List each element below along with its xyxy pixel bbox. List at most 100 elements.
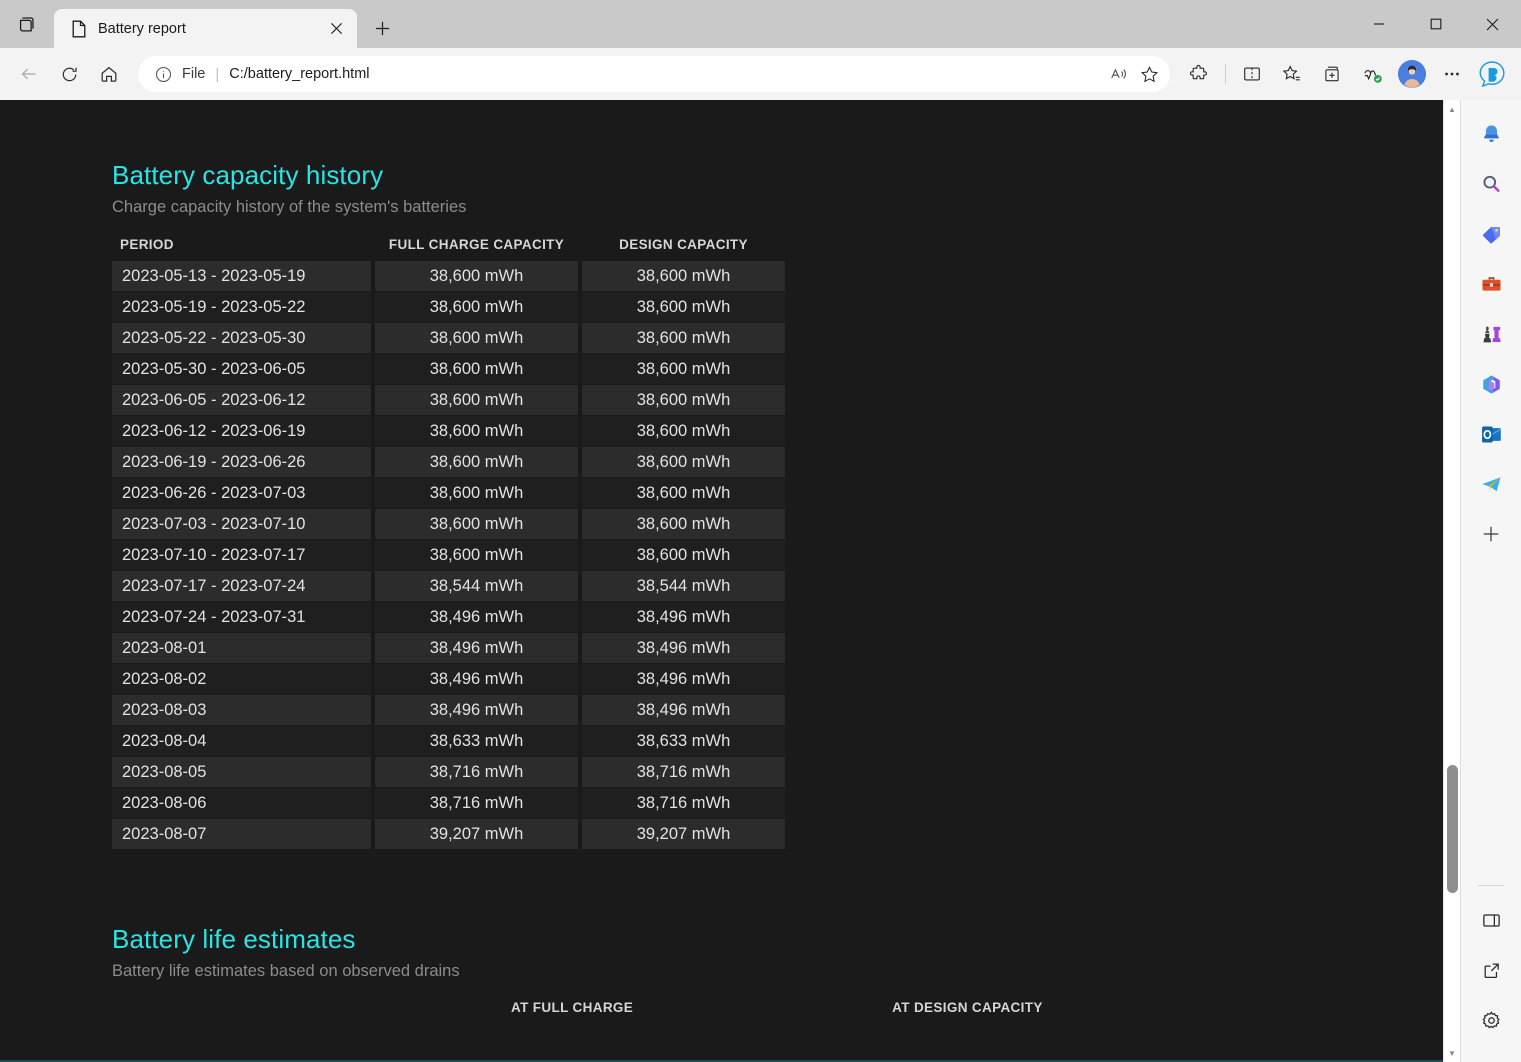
life-estimates-header-row: AT FULL CHARGE AT DESIGN CAPACITY [112,1000,1443,1015]
cell-period: 2023-08-02 [112,664,371,694]
close-tab-icon[interactable] [323,16,349,42]
cell-design-capacity: 38,496 mWh [582,664,785,694]
table-header-row: PERIOD FULL CHARGE CAPACITY DESIGN CAPAC… [112,237,785,260]
cell-period: 2023-07-17 - 2023-07-24 [112,571,371,601]
tools-briefcase-icon[interactable] [1471,264,1511,304]
title-bar: Battery report [0,0,1521,48]
url-separator: | [215,66,219,83]
cell-full-charge-capacity: 38,496 mWh [375,664,578,694]
back-button[interactable] [10,55,48,93]
sidebar-bottom-group [1461,877,1521,1050]
address-bar[interactable]: File | C:/battery_report.html [138,56,1170,92]
cell-period: 2023-06-05 - 2023-06-12 [112,385,371,415]
cell-period: 2023-07-10 - 2023-07-17 [112,540,371,570]
add-sidebar-icon[interactable] [1471,514,1511,554]
close-button[interactable] [1464,0,1521,48]
table-row: 2023-05-22 - 2023-05-3038,600 mWh38,600 … [112,323,785,353]
collections-icon[interactable] [1313,55,1351,93]
table-row: 2023-07-03 - 2023-07-1038,600 mWh38,600 … [112,509,785,539]
browser-tab[interactable]: Battery report [54,9,357,48]
cell-period: 2023-05-22 - 2023-05-30 [112,323,371,353]
cell-period: 2023-07-24 - 2023-07-31 [112,602,371,632]
document-icon [70,20,88,38]
cell-full-charge-capacity: 38,600 mWh [375,323,578,353]
sidebar-divider [1478,885,1504,886]
outlook-icon[interactable] [1471,414,1511,454]
cell-design-capacity: 38,544 mWh [582,571,785,601]
table-row: 2023-05-13 - 2023-05-1938,600 mWh38,600 … [112,261,785,291]
scroll-up-arrow[interactable]: ▲ [1444,100,1460,118]
info-icon [152,63,174,85]
cell-design-capacity: 38,496 mWh [582,695,785,725]
copilot-icon[interactable] [1473,55,1511,93]
url-scheme-label: File [182,66,205,82]
table-row: 2023-05-30 - 2023-06-0538,600 mWh38,600 … [112,354,785,384]
cell-period: 2023-08-04 [112,726,371,756]
cell-design-capacity: 38,600 mWh [582,509,785,539]
microsoft365-icon[interactable] [1471,364,1511,404]
avatar [1398,60,1426,88]
cell-full-charge-capacity: 38,600 mWh [375,292,578,322]
extensions-icon[interactable] [1180,55,1218,93]
battery-report-page: Battery capacity history Charge capacity… [0,100,1443,1062]
split-screen-icon[interactable] [1233,55,1271,93]
cell-period: 2023-06-12 - 2023-06-19 [112,416,371,446]
column-header-full-charge-capacity: FULL CHARGE CAPACITY [375,237,578,260]
toggle-pane-icon[interactable] [1471,900,1511,940]
notifications-icon[interactable] [1471,114,1511,154]
settings-more-icon[interactable] [1433,55,1471,93]
page-title-life-estimates: Battery life estimates [112,924,1443,955]
read-aloud-icon[interactable] [1104,59,1134,89]
cell-period: 2023-08-01 [112,633,371,663]
settings-gear-icon[interactable] [1471,1000,1511,1040]
life-estimates-subtitle: Battery life estimates based on observed… [112,962,1443,981]
window-controls [1350,0,1521,48]
cell-full-charge-capacity: 38,600 mWh [375,354,578,384]
battery-capacity-table: PERIOD FULL CHARGE CAPACITY DESIGN CAPAC… [108,236,789,850]
tab-list-icon[interactable] [0,0,54,48]
cell-design-capacity: 38,600 mWh [582,261,785,291]
minimize-button[interactable] [1350,0,1407,48]
cell-period: 2023-07-03 - 2023-07-10 [112,509,371,539]
open-in-new-icon[interactable] [1471,950,1511,990]
new-tab-button[interactable] [363,9,401,47]
cell-design-capacity: 38,600 mWh [582,323,785,353]
cell-full-charge-capacity: 38,600 mWh [375,416,578,446]
table-row: 2023-08-0238,496 mWh38,496 mWh [112,664,785,694]
home-button[interactable] [90,55,128,93]
cell-full-charge-capacity: 38,496 mWh [375,602,578,632]
page-title-capacity: Battery capacity history [112,160,1443,191]
table-row: 2023-07-24 - 2023-07-3138,496 mWh38,496 … [112,602,785,632]
cell-period: 2023-05-13 - 2023-05-19 [112,261,371,291]
telegram-icon[interactable] [1471,464,1511,504]
search-icon[interactable] [1471,164,1511,204]
cell-full-charge-capacity: 38,600 mWh [375,540,578,570]
table-row: 2023-08-0638,716 mWh38,716 mWh [112,788,785,818]
column-header-period: PERIOD [112,237,371,260]
content-area: Battery capacity history Charge capacity… [0,100,1521,1062]
cell-full-charge-capacity: 39,207 mWh [375,819,578,849]
column-header-at-design-capacity: AT DESIGN CAPACITY [892,1000,1043,1015]
browser-essentials-icon[interactable] [1353,55,1391,93]
scrollbar-thumb[interactable] [1447,765,1458,893]
table-row: 2023-07-10 - 2023-07-1738,600 mWh38,600 … [112,540,785,570]
refresh-button[interactable] [50,55,88,93]
profile-avatar[interactable] [1393,55,1431,93]
games-chess-icon[interactable] [1471,314,1511,354]
table-row: 2023-08-0739,207 mWh39,207 mWh [112,819,785,849]
cell-full-charge-capacity: 38,716 mWh [375,757,578,787]
tab-title: Battery report [98,21,313,37]
cell-design-capacity: 38,496 mWh [582,633,785,663]
edge-sidebar [1460,100,1521,1062]
cell-full-charge-capacity: 38,600 mWh [375,447,578,477]
favorite-star-icon[interactable] [1134,59,1164,89]
maximize-button[interactable] [1407,0,1464,48]
url-text[interactable]: C:/battery_report.html [229,66,1104,82]
cell-design-capacity: 38,496 mWh [582,602,785,632]
capacity-subtitle: Charge capacity history of the system's … [112,198,1443,217]
page-scrollbar[interactable]: ▲ ▼ [1443,100,1460,1062]
favorites-icon[interactable] [1273,55,1311,93]
scroll-down-arrow[interactable]: ▼ [1444,1044,1460,1062]
shopping-tag-icon[interactable] [1471,214,1511,254]
table-row: 2023-07-17 - 2023-07-2438,544 mWh38,544 … [112,571,785,601]
